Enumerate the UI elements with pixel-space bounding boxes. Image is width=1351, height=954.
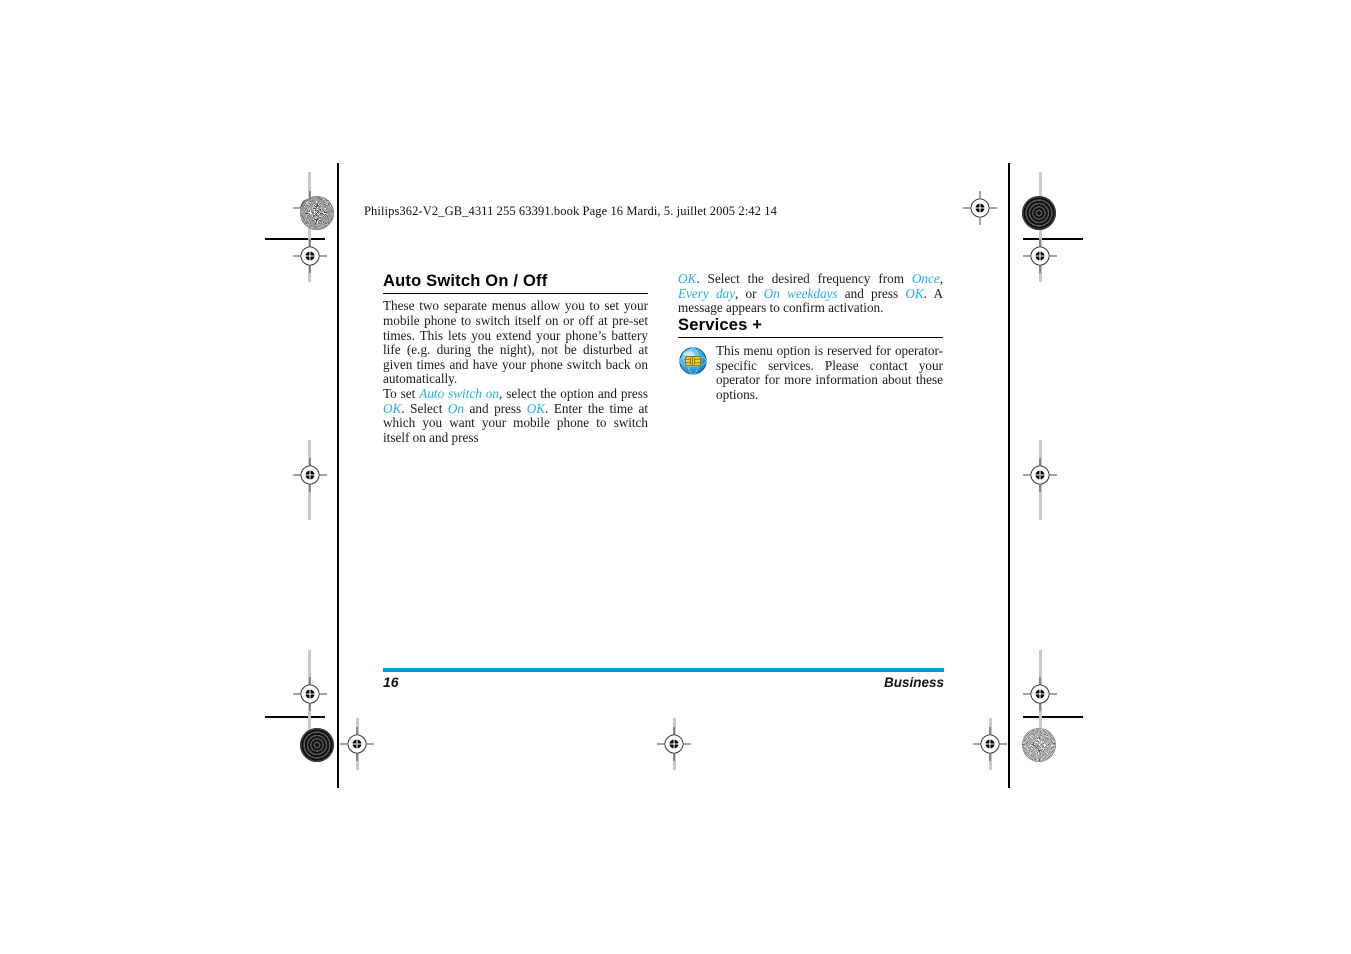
chapter-name: Business <box>883 675 944 690</box>
registration-mark-right-upper <box>1023 239 1057 273</box>
crop-guide-right-upper <box>1039 172 1042 282</box>
trim-line-left <box>337 163 339 788</box>
footer: 16 Business <box>383 674 944 690</box>
crop-guide-center-bottom <box>673 718 676 770</box>
right-lead-paragraph: OK. Select the desired frequency from On… <box>678 271 943 316</box>
book-file-header: Philips362-V2_GB_4311 255 63391.book Pag… <box>364 204 777 218</box>
text-fragment: , select the option and press <box>498 386 648 401</box>
ui-label-ok-4: OK <box>905 285 924 301</box>
crop-guide-left-lower <box>308 650 311 760</box>
page-title: Auto Switch On / Off <box>383 272 548 290</box>
ui-label-on-weekdays: On weekdays <box>763 285 838 301</box>
ui-label-ok-2: OK <box>526 400 546 416</box>
heading-rule-left <box>383 293 648 295</box>
services-paragraph: This menu option is reserved for operato… <box>716 343 943 402</box>
registration-mark-bottom-left <box>293 677 327 711</box>
left-column: Auto Switch On / Off These two separate … <box>383 272 648 445</box>
crop-guide-right-mid <box>1039 440 1042 520</box>
rosette-mark-top-left <box>300 196 334 230</box>
ui-label-ok-1: OK <box>383 400 402 416</box>
registration-mark-bottom-right-outer <box>973 727 1007 761</box>
crop-guide-left-upper <box>308 172 311 282</box>
ui-label-every-day: Every day <box>678 285 735 301</box>
trim-rule-bottom-right <box>1023 716 1083 718</box>
rosette-mark-bottom-right <box>1022 728 1056 762</box>
ui-label-on: On <box>447 400 464 416</box>
text-fragment: . Select the desired frequency from <box>696 271 912 286</box>
text-fragment: and press <box>837 285 906 301</box>
text-fragment: and press <box>464 400 527 416</box>
crop-guide-left-bottom-tick <box>356 718 359 770</box>
rosette-mark-bottom-left <box>300 728 334 762</box>
globe-sim-services-icon <box>678 346 708 376</box>
trim-rule-top-right <box>1023 238 1083 240</box>
left-paragraph-2: To set Auto switch on, select the option… <box>383 386 648 445</box>
trim-line-right <box>1008 163 1010 788</box>
printer-marks-layer <box>0 0 1351 954</box>
crop-guide-right-bottom-tick <box>989 718 992 770</box>
registration-mark-bottom-right <box>1023 677 1057 711</box>
text-fragment: To set <box>383 386 420 401</box>
text-fragment: . Select <box>401 400 448 416</box>
section-title-services: Services + <box>678 315 763 334</box>
ui-label-auto-switch-on: Auto switch on <box>419 386 499 401</box>
registration-mark-top-right <box>963 191 997 225</box>
text-fragment: , or <box>735 285 764 301</box>
footer-rule <box>383 668 944 672</box>
registration-mark-bottom-left-outer <box>340 727 374 761</box>
ui-label-once: Once <box>911 271 940 286</box>
heading-rule-right <box>678 336 943 339</box>
right-column: OK. Select the desired frequency from On… <box>678 271 943 403</box>
trim-rule-bottom-left <box>265 716 325 718</box>
crop-guide-right-lower <box>1039 650 1042 760</box>
page-number: 16 <box>383 674 399 690</box>
registration-mark-mid-right <box>1023 458 1057 492</box>
rosette-mark-top-right <box>1022 196 1056 230</box>
registration-mark-bottom-center <box>657 727 691 761</box>
registration-mark-mid-left <box>293 458 327 492</box>
text-fragment: , <box>939 271 943 286</box>
services-text-wrap: This menu option is reserved for operato… <box>716 343 943 402</box>
ui-label-ok-3: OK <box>678 271 697 286</box>
registration-mark-top-left <box>293 191 327 225</box>
registration-mark-left-upper <box>293 239 327 273</box>
crop-guide-left-mid <box>308 440 311 520</box>
left-paragraph-1: These two separate menus allow you to se… <box>383 298 648 387</box>
services-block: This menu option is reserved for operato… <box>678 343 943 402</box>
trim-rule-top-left <box>265 238 325 240</box>
